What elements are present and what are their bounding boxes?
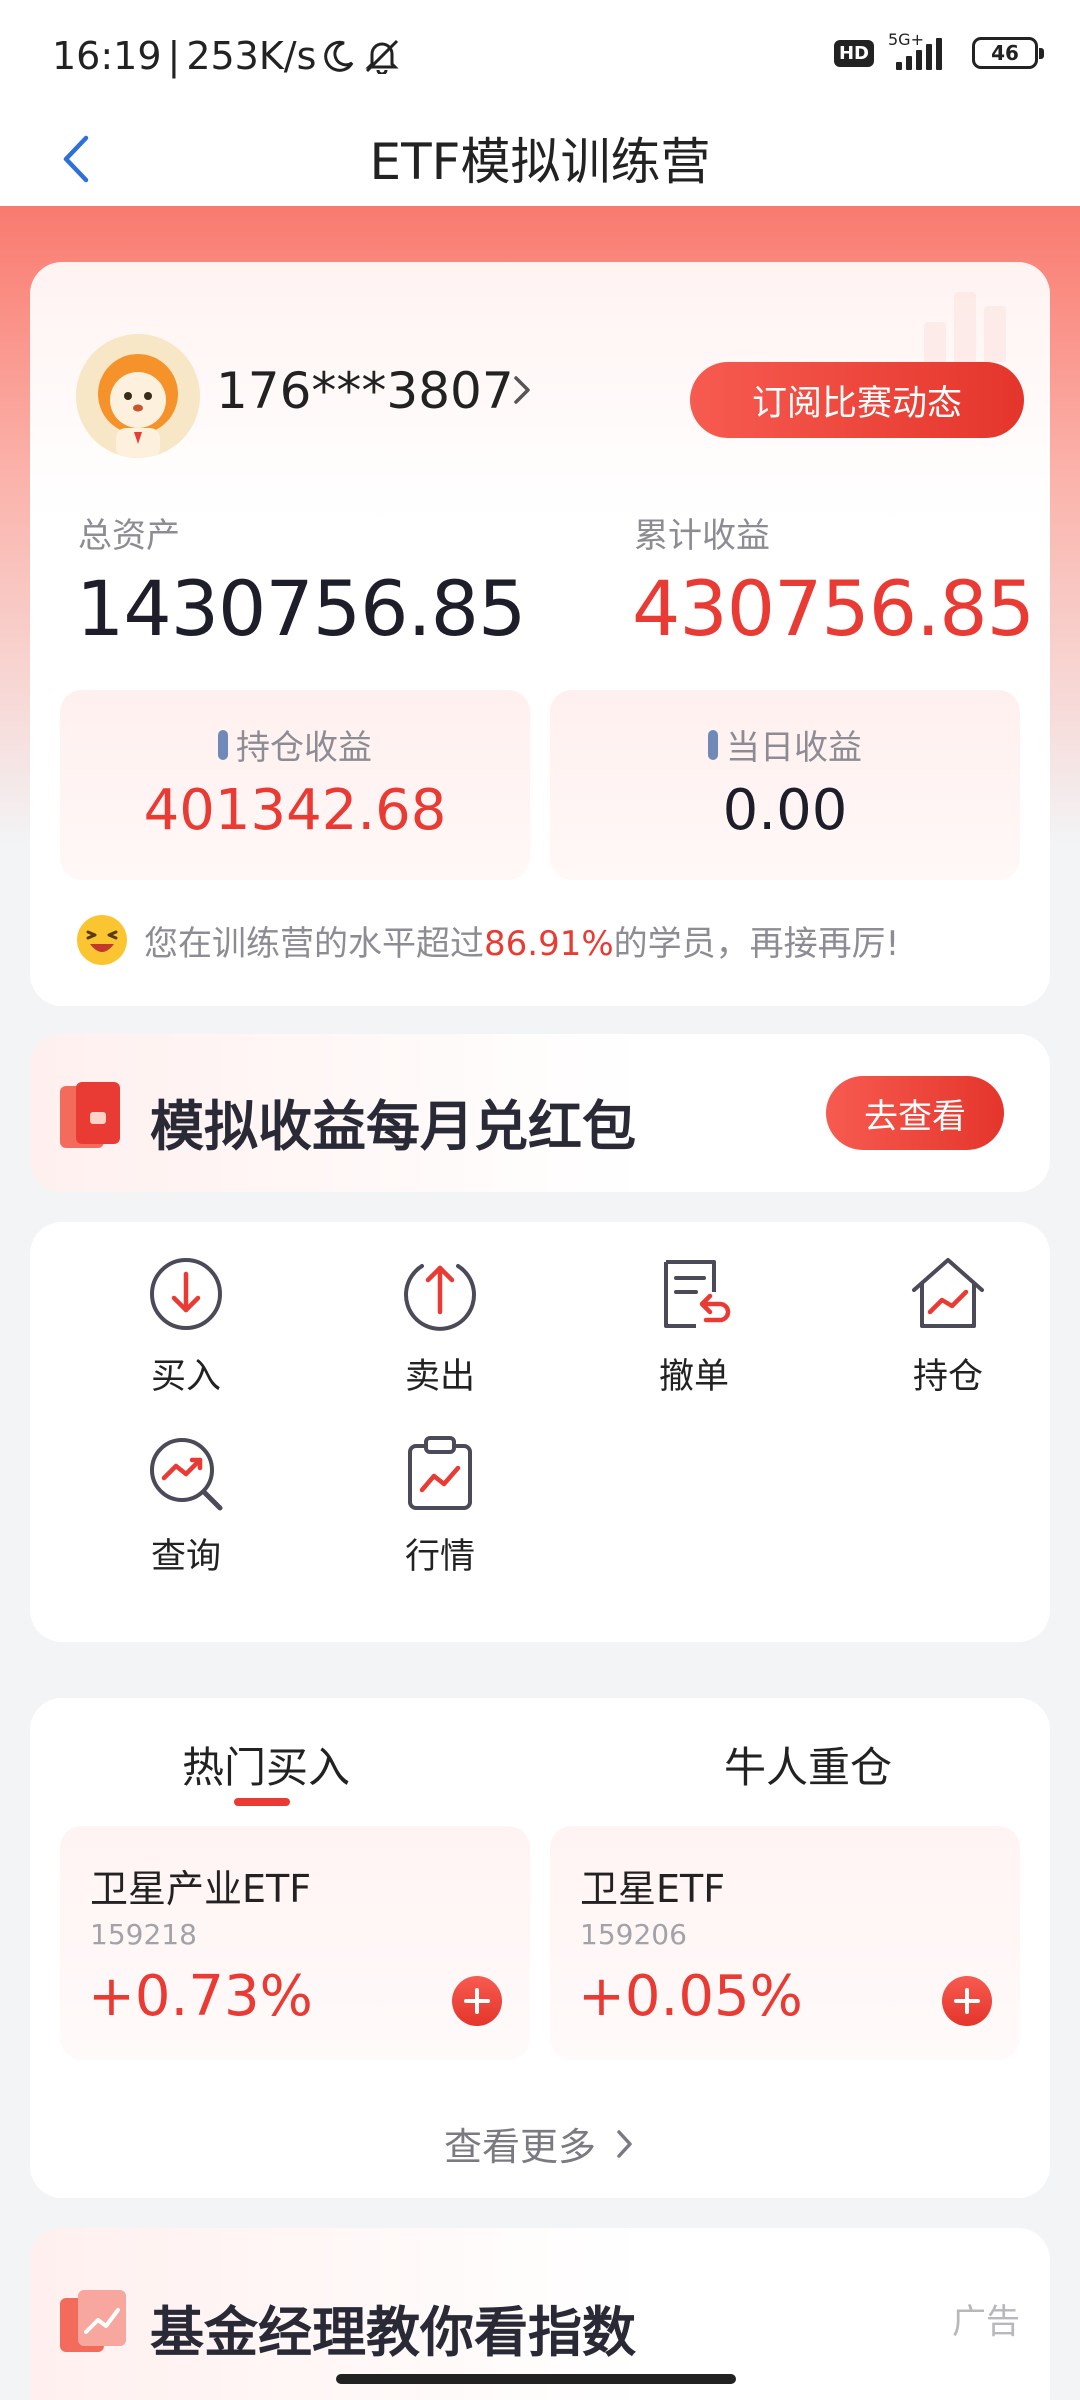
tab-indicator — [234, 1798, 290, 1806]
home-indicator[interactable] — [336, 2374, 736, 2384]
rank-suffix: 的学员，再接再厉! — [613, 923, 900, 964]
chart-card-icon — [60, 2290, 126, 2352]
position-function[interactable]: 持仓 — [848, 1254, 1048, 1399]
query-label: 查询 — [150, 1537, 221, 1577]
sell-arrow-up-icon — [404, 1264, 476, 1331]
battery-level: 46 — [991, 41, 1019, 65]
position-income-label-row: 持仓收益 — [60, 720, 530, 769]
position-income-box: 持仓收益 401342.68 — [60, 690, 530, 880]
network-type: 5G+ — [888, 30, 924, 49]
daily-income-value: 0.00 — [722, 778, 848, 843]
daily-income-box: 当日收益 0.00 — [550, 690, 1020, 880]
position-income-value: 401342.68 — [143, 778, 447, 843]
avatar[interactable] — [76, 334, 200, 458]
decor-bars — [924, 292, 1006, 362]
rank-message: 您在训练营的水平超过86.91%的学员，再接再厉! — [76, 914, 899, 966]
clipboard-chart-icon — [408, 1436, 472, 1510]
plus-icon — [464, 1988, 490, 2014]
mute-bell-icon — [365, 39, 400, 74]
hd-badge: HD — [833, 39, 874, 67]
view-more-label: 查看更多 — [443, 2125, 596, 2169]
fund-card[interactable]: 卫星产业ETF 159218 +0.73% — [60, 1826, 530, 2060]
tab-hot-buy[interactable]: 热门买入 — [182, 1734, 350, 1795]
chevron-right-icon — [617, 2129, 632, 2158]
buy-label: 买入 — [150, 1357, 221, 1397]
status-divider: | — [167, 34, 181, 78]
user-id[interactable]: 176***3807 — [216, 362, 514, 420]
status-time: 16:19 — [52, 34, 162, 78]
fund-name: 卫星ETF — [580, 1867, 726, 1911]
cancel-order-label: 撤单 — [658, 1357, 729, 1397]
house-chart-icon — [912, 1258, 984, 1328]
hot-list-card: 热门买入 牛人重仓 卫星产业ETF 159218 +0.73% 卫星ETF 15… — [30, 1698, 1050, 2198]
query-function[interactable]: 查询 — [86, 1434, 286, 1579]
cumulative-income-label: 累计收益 — [634, 516, 770, 556]
add-fund-button[interactable] — [452, 1976, 502, 2026]
view-button[interactable]: 去查看 — [826, 1076, 1004, 1150]
plus-icon — [954, 1988, 980, 2014]
sell-label: 卖出 — [404, 1357, 475, 1397]
sell-function[interactable]: 卖出 — [340, 1254, 540, 1399]
signal-icon: 5G+ — [888, 30, 958, 70]
fund-code: 159218 — [90, 1918, 197, 1951]
marker-icon — [218, 729, 228, 760]
cancel-order-function[interactable]: 撤单 — [594, 1254, 794, 1399]
status-left: 16:19 | 253K/s — [52, 34, 402, 78]
cumulative-income-value: 430756.85 — [632, 564, 1035, 653]
battery-icon: 46 — [972, 37, 1044, 69]
add-fund-button[interactable] — [942, 1976, 992, 2026]
fund-name: 卫星产业ETF — [90, 1867, 312, 1911]
red-envelope-icon — [60, 1082, 120, 1148]
market-function[interactable]: 行情 — [340, 1434, 540, 1579]
fund-code: 159206 — [580, 1918, 687, 1951]
laughing-emoji-icon — [77, 915, 127, 965]
rank-percent: 86.91% — [484, 923, 614, 964]
fund-change: +0.73% — [88, 1964, 313, 2029]
status-speed: 253K/s — [186, 34, 317, 78]
cancel-order-icon — [664, 1260, 731, 1328]
subscribe-button[interactable]: 订阅比赛动态 — [690, 362, 1024, 438]
buy-arrow-down-icon — [150, 1258, 222, 1330]
ad-title: 基金经理教你看指数 — [150, 2301, 636, 2364]
status-right: HD 5G+ 46 — [833, 30, 1044, 70]
fund-change: +0.05% — [578, 1964, 803, 2029]
market-label: 行情 — [404, 1537, 475, 1577]
chevron-right-icon[interactable] — [508, 370, 538, 410]
tab-top-holdings[interactable]: 牛人重仓 — [724, 1734, 892, 1795]
red-packet-title: 模拟收益每月兑红包 — [150, 1095, 636, 1158]
red-packet-banner[interactable]: 模拟收益每月兑红包 去查看 — [30, 1034, 1050, 1192]
page-title: ETF模拟训练营 — [369, 133, 711, 191]
nav-bar: ETF模拟训练营 — [0, 110, 1080, 206]
status-bar: 16:19 | 253K/s HD 5G+ 46 — [0, 0, 1080, 110]
moon-icon — [324, 40, 354, 72]
function-grid: 买入 卖出 撤单 持仓 查询 行情 — [30, 1222, 1050, 1642]
magnifier-chart-icon — [150, 1438, 223, 1511]
total-assets-value: 1430756.85 — [76, 564, 526, 653]
rank-text: 您在训练营的水平超过86.91%的学员，再接再厉! — [144, 916, 899, 965]
daily-income-label-row: 当日收益 — [550, 720, 1020, 769]
position-income-label: 持仓收益 — [236, 728, 372, 768]
marker-icon — [708, 729, 718, 760]
ad-badge: 广告 — [952, 2302, 1020, 2342]
lion-avatar-icon — [76, 334, 200, 458]
total-assets-label: 总资产 — [78, 516, 180, 556]
fund-card[interactable]: 卫星ETF 159206 +0.05% — [550, 1826, 1020, 2060]
position-label: 持仓 — [912, 1357, 983, 1397]
rank-prefix: 您在训练营的水平超过 — [144, 923, 484, 964]
buy-function[interactable]: 买入 — [86, 1254, 286, 1399]
view-more-link[interactable]: 查看更多 — [30, 2116, 1050, 2171]
account-card: 176***3807 订阅比赛动态 总资产 累计收益 1430756.85 43… — [30, 262, 1050, 1006]
daily-income-label: 当日收益 — [726, 728, 862, 768]
